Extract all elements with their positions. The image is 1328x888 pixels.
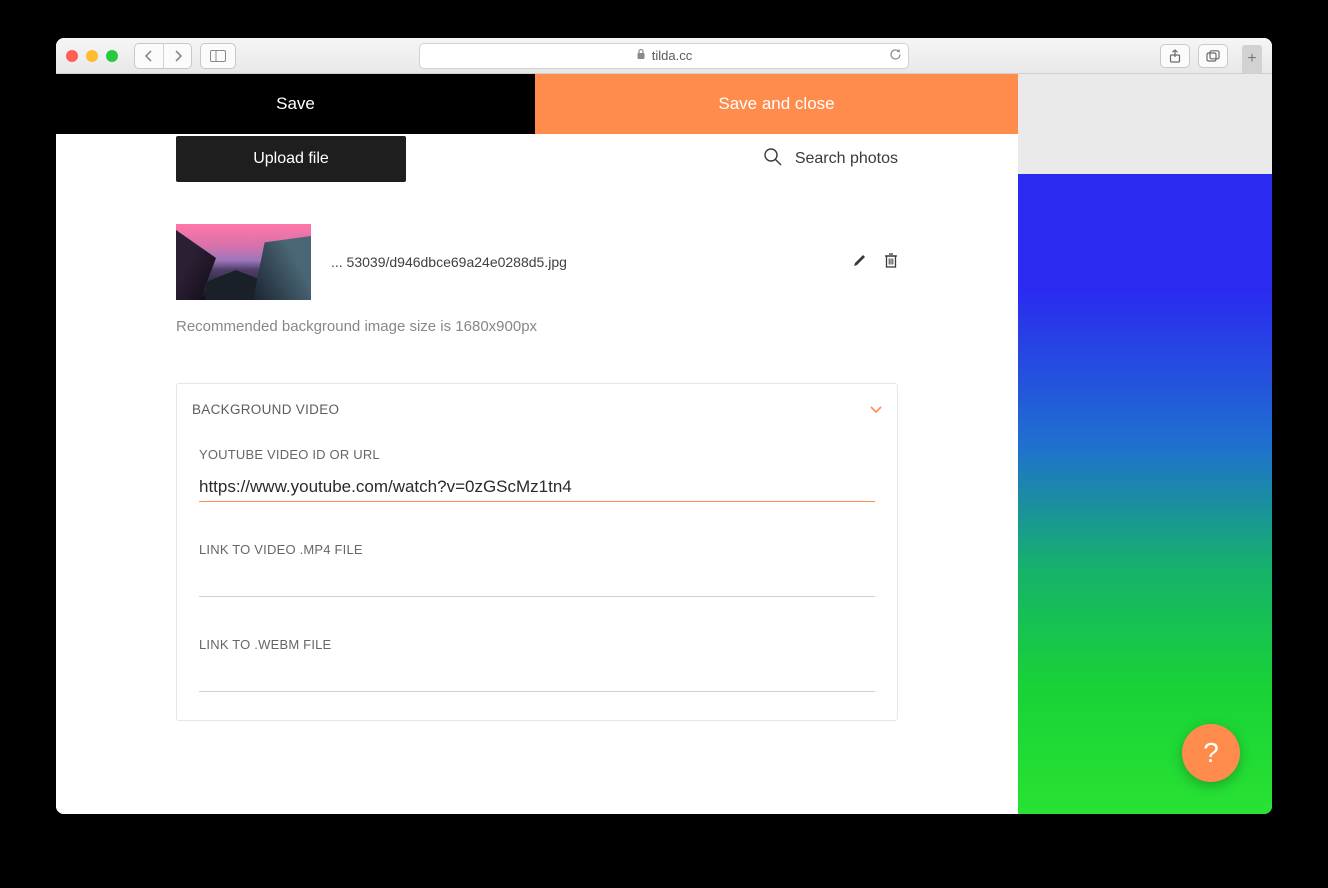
url-host: tilda.cc xyxy=(652,48,692,63)
settings-panel: Save Save and close Upload file Search p… xyxy=(56,74,1018,814)
lock-icon xyxy=(636,48,646,63)
background-video-section: BACKGROUND VIDEO YOUTUBE VIDEO ID OR URL… xyxy=(176,383,898,721)
nav-back-forward xyxy=(134,43,192,69)
image-thumbnail[interactable] xyxy=(176,224,311,300)
save-button[interactable]: Save xyxy=(56,74,535,134)
webm-input[interactable] xyxy=(199,662,875,692)
window-close-icon[interactable] xyxy=(66,50,78,62)
new-tab-button[interactable]: + xyxy=(1242,45,1262,73)
mp4-field: LINK TO VIDEO .MP4 FILE xyxy=(177,530,897,597)
window-minimize-icon[interactable] xyxy=(86,50,98,62)
page-content: Save Save and close Upload file Search p… xyxy=(56,74,1272,814)
background-video-title: BACKGROUND VIDEO xyxy=(192,402,339,417)
recommended-size-text: Recommended background image size is 168… xyxy=(176,318,898,335)
uploaded-image-row: ... 53039/d946dbce69a24e0288d5.jpg xyxy=(176,224,898,300)
image-filename: ... 53039/d946dbce69a24e0288d5.jpg xyxy=(331,254,567,270)
webm-label: LINK TO .WEBM FILE xyxy=(199,637,875,652)
upload-file-button[interactable]: Upload file xyxy=(176,136,406,182)
share-button[interactable] xyxy=(1160,44,1190,68)
upload-row: Upload file Search photos xyxy=(176,134,898,182)
browser-right-buttons: + xyxy=(1160,39,1262,73)
help-button[interactable]: ? xyxy=(1182,724,1240,782)
nav-back-button[interactable] xyxy=(135,44,163,68)
mp4-input[interactable] xyxy=(199,567,875,597)
top-action-row: Save Save and close xyxy=(56,74,1018,134)
url-bar[interactable]: tilda.cc xyxy=(419,43,909,69)
background-video-header[interactable]: BACKGROUND VIDEO xyxy=(177,384,897,435)
search-photos-button[interactable]: Search photos xyxy=(763,147,898,172)
edit-icon[interactable] xyxy=(852,252,868,273)
search-photos-label: Search photos xyxy=(795,150,898,168)
window-maximize-icon[interactable] xyxy=(106,50,118,62)
youtube-field: YOUTUBE VIDEO ID OR URL xyxy=(177,435,897,502)
trash-icon[interactable] xyxy=(884,252,898,273)
youtube-label: YOUTUBE VIDEO ID OR URL xyxy=(199,447,875,462)
browser-titlebar: tilda.cc + xyxy=(56,38,1272,74)
image-actions xyxy=(852,252,898,273)
save-and-close-button[interactable]: Save and close xyxy=(535,74,1018,134)
reload-icon[interactable] xyxy=(889,48,902,64)
webm-field: LINK TO .WEBM FILE xyxy=(177,625,897,692)
chevron-down-icon xyxy=(870,402,882,417)
nav-forward-button[interactable] xyxy=(163,44,191,68)
search-icon xyxy=(763,147,783,172)
youtube-input[interactable] xyxy=(199,472,875,502)
browser-window: tilda.cc + Save Save and close xyxy=(56,38,1272,814)
tabs-button[interactable] xyxy=(1198,44,1228,68)
mp4-label: LINK TO VIDEO .MP4 FILE xyxy=(199,542,875,557)
browser-sidebar-button[interactable] xyxy=(200,43,236,69)
window-controls xyxy=(66,50,118,62)
page-preview-gradient xyxy=(1018,174,1272,814)
